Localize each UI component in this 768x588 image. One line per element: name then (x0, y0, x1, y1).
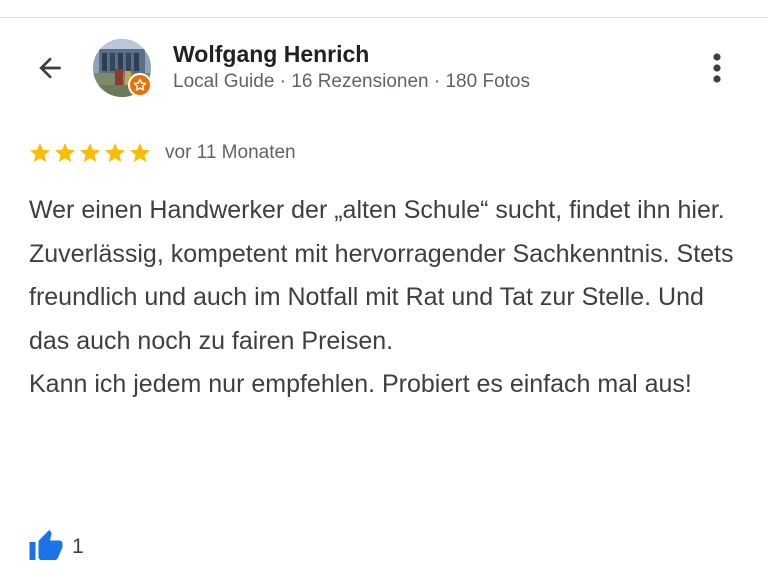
back-button[interactable] (30, 50, 70, 86)
like-count: 1 (72, 535, 84, 558)
star-icon (55, 143, 75, 162)
star-icon (30, 143, 50, 162)
thumbs-up-icon (29, 530, 63, 560)
star-icon (130, 143, 150, 162)
star-icon (105, 143, 125, 162)
review-text: Wer einen Handwerker der „alten Schule“ … (29, 189, 747, 407)
review-paragraph: Kann ich jedem nur empfehlen. Probiert e… (29, 370, 692, 398)
local-guide-badge (128, 73, 152, 97)
reviewer-name[interactable]: Wolfgang Henrich (173, 41, 369, 68)
local-guide-star-icon (133, 78, 147, 91)
more-options-button[interactable] (702, 50, 732, 86)
more-vert-icon (713, 53, 721, 83)
like-button[interactable] (28, 528, 66, 562)
star-rating (28, 141, 152, 165)
review-paragraph: Wer einen Handwerker der „alten Schule“ … (29, 196, 734, 355)
reviewer-meta: Local Guide · 16 Rezensionen · 180 Fotos (173, 71, 530, 92)
star-icon (80, 143, 100, 162)
review-date: vor 11 Monaten (165, 142, 296, 163)
top-divider (0, 17, 768, 18)
arrow-left-icon (39, 57, 61, 79)
